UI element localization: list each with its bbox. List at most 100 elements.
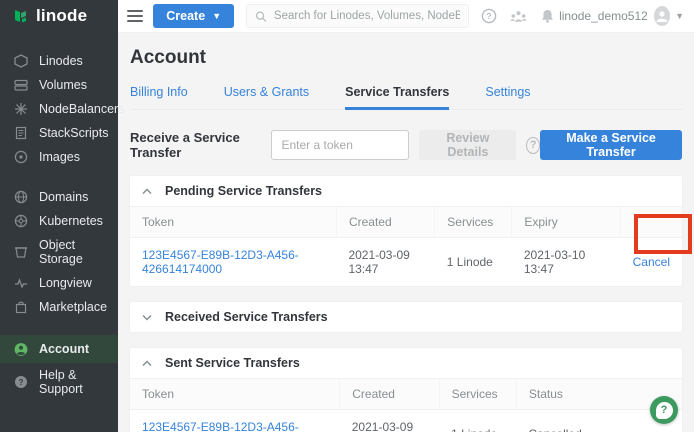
sidebar-item-domains[interactable]: Domains [0,185,118,209]
stackscripts-icon [14,126,28,140]
chevron-up-icon [142,188,152,195]
search-input[interactable] [274,10,460,22]
sidebar-item-nodebalancers[interactable]: NodeBalancers [0,97,118,121]
column-header-token[interactable]: Token [130,379,340,410]
sidebar-nav: Linodes Volumes NodeBalancers StackScrip… [0,33,118,432]
sidebar-item-label: Kubernetes [39,214,103,228]
marketplace-bag-icon [14,300,28,314]
sidebar-item-linodes[interactable]: Linodes [0,49,118,73]
account-tabs: Billing Info Users & Grants Service Tran… [130,79,682,110]
received-transfers-title: Received Service Transfers [165,310,328,324]
pending-transfers-table: Token Created Services Expiry 123E4567-E… [130,207,682,286]
column-header-created[interactable]: Created [336,207,434,238]
column-header-services[interactable]: Services [435,207,512,238]
sidebar-item-label: Domains [39,190,88,204]
column-header-services[interactable]: Services [439,379,516,410]
menu-hamburger-icon[interactable] [127,10,143,22]
tab-service-transfers[interactable]: Service Transfers [345,79,449,110]
column-header-token[interactable]: Token [130,207,336,238]
chevron-down-icon: ▼ [212,11,221,21]
images-disc-icon [14,150,28,164]
kubernetes-wheel-icon [14,214,28,228]
pending-services-cell: 1 Linode [435,238,512,287]
receive-transfer-label: Receive a Service Transfer [130,130,259,160]
pending-expiry-cell: 2021-03-10 13:47 [512,238,621,287]
page-title: Account [130,47,682,69]
sent-created-cell: 2021-03-09 11:33 [340,410,439,432]
pending-created-cell: 2021-03-09 13:47 [336,238,434,287]
sidebar-item-label: Account [39,342,89,356]
notifications-bell-icon[interactable] [540,8,555,24]
table-row: 123E4567-E89B-12D3-A456-426614174001 202… [130,410,682,432]
linode-logo-icon [13,8,29,24]
cancel-transfer-button[interactable]: Cancel [633,255,670,269]
global-search[interactable] [246,4,469,28]
make-service-transfer-button[interactable]: Make a Service Transfer [540,130,682,160]
linodes-cube-icon [14,54,28,68]
help-bubble-icon: ? [656,402,673,419]
sidebar-item-label: Help & Support [39,368,118,396]
sent-transfers-title: Sent Service Transfers [165,356,300,370]
help-question-icon: ? [14,375,28,389]
chevron-down-icon [142,314,152,321]
sidebar-item-label: Object Storage [39,238,118,266]
help-icon[interactable]: ? [481,8,497,24]
nodebalancers-icon [14,102,28,116]
sidebar-item-volumes[interactable]: Volumes [0,73,118,97]
pending-transfers-header[interactable]: Pending Service Transfers [130,176,682,207]
help-fab-button[interactable]: ? [650,396,678,424]
tab-users-grants[interactable]: Users & Grants [224,79,309,109]
pending-transfers-title: Pending Service Transfers [165,184,322,198]
linode-logo-text: linode [36,6,87,26]
top-bar: linode Create ▼ ? linode_demo512 [0,0,694,33]
token-input[interactable] [271,130,409,160]
pending-transfers-panel: Pending Service Transfers Token Created … [130,176,682,286]
sidebar-item-marketplace[interactable]: Marketplace [0,295,118,319]
sent-services-cell: 1 Linode [439,410,516,432]
sidebar-item-stackscripts[interactable]: StackScripts [0,121,118,145]
table-row: 123E4567-E89B-12D3-A456-426614174000 202… [130,238,682,287]
receive-transfer-row: Receive a Service Transfer Review Detail… [130,130,682,160]
longview-pulse-icon [14,276,28,290]
search-icon [255,10,267,23]
received-transfers-header[interactable]: Received Service Transfers [130,302,682,332]
sidebar-item-label: Marketplace [39,300,107,314]
domains-globe-icon [14,190,28,204]
linode-logo[interactable]: linode [0,0,118,33]
sidebar-item-label: NodeBalancers [39,102,124,116]
column-header-created[interactable]: Created [340,379,439,410]
avatar[interactable] [654,6,670,26]
sidebar-item-images[interactable]: Images [0,145,118,169]
pending-token-link[interactable]: 123E4567-E89B-12D3-A456-426614174000 [142,248,299,276]
sidebar-item-longview[interactable]: Longview [0,271,118,295]
sidebar-item-kubernetes[interactable]: Kubernetes [0,209,118,233]
column-header-expiry[interactable]: Expiry [512,207,621,238]
sent-transfers-panel: Sent Service Transfers Token Created Ser… [130,348,682,432]
tab-settings[interactable]: Settings [485,79,530,109]
column-header-action [621,207,682,238]
sidebar-item-help-support[interactable]: ? Help & Support [0,363,118,401]
review-details-button[interactable]: Review Details [419,130,516,160]
help-tooltip-icon[interactable]: ? [526,137,540,154]
sidebar-item-label: StackScripts [39,126,108,140]
volumes-icon [14,78,28,92]
sidebar-item-label: Linodes [39,54,83,68]
community-icon[interactable] [510,9,527,24]
svg-text:?: ? [486,11,491,21]
sidebar-item-label: Volumes [39,78,87,92]
sent-token-link[interactable]: 123E4567-E89B-12D3-A456-426614174001 [142,420,299,432]
main-content: Account Billing Info Users & Grants Serv… [118,33,694,432]
sidebar-item-account[interactable]: Account [0,335,118,363]
create-button-label: Create [166,9,205,23]
sent-transfers-table: Token Created Services Status 123E4567-E… [130,379,682,432]
account-person-icon [14,342,28,356]
sidebar-item-object-storage[interactable]: Object Storage [0,233,118,271]
create-button[interactable]: Create ▼ [153,4,234,28]
username-label[interactable]: linode_demo512 [559,9,648,23]
sent-transfers-header[interactable]: Sent Service Transfers [130,348,682,379]
user-menu-chevron-icon[interactable]: ▼ [675,11,684,21]
tab-billing-info[interactable]: Billing Info [130,79,188,109]
svg-text:?: ? [19,378,24,387]
sidebar-item-label: Images [39,150,80,164]
object-storage-bucket-icon [14,245,28,259]
